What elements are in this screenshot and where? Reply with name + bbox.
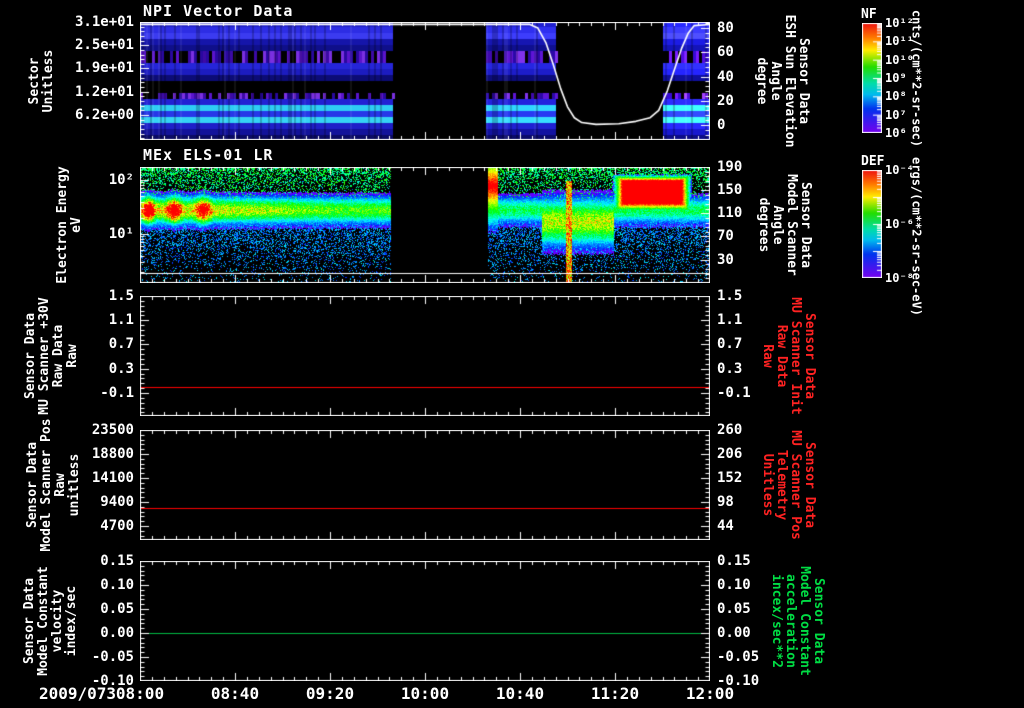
x-tick-label: 12:00 — [685, 684, 735, 703]
x-tick-label: 10:00 — [400, 684, 450, 703]
colorbar-tick-label: 10⁶ — [885, 126, 907, 140]
npi-spectrogram-canvas — [140, 22, 710, 140]
colorbar-units-DEF: ergs/(cm**2-sr-sec-eV) — [909, 156, 924, 316]
y-tick-label-left: 2.5e+01 — [74, 37, 134, 54]
colorbar-name-DEF: DEF — [861, 154, 885, 169]
colorbar-tick-label: 10⁸ — [885, 89, 907, 104]
axis-label-left-npi: Sector Unitless — [27, 49, 56, 113]
plot-page: NPI Vector Data MEx ELS-01 LR 2009/073 3… — [0, 0, 1024, 708]
colorbar-tick-label: 10⁷ — [885, 107, 907, 122]
panel-title-els: MEx ELS-01 LR — [143, 146, 274, 164]
axis-label-right-model-constant: Sensor Data Model Constant acceleration … — [769, 566, 826, 676]
def-colorbar-canvas — [862, 170, 882, 278]
model-scanner-pos-plot-canvas — [140, 430, 710, 540]
axis-label-left-model-constant: Sensor Data Model Constant velocity inde… — [22, 566, 79, 676]
x-tick-label: 10:40 — [495, 684, 545, 703]
x-tick-label: 08:00 — [115, 684, 165, 703]
colorbar-tick-label: 10⁹ — [885, 71, 907, 85]
colorbar-name-NF: NF — [861, 7, 877, 22]
panel-title-npi: NPI Vector Data — [143, 2, 294, 20]
x-tick-label: 09:20 — [305, 684, 355, 703]
x-tick-label: 08:40 — [210, 684, 260, 703]
y-tick-label-left: 3.1e+01 — [74, 14, 134, 30]
x-tick-label: 11:20 — [590, 684, 640, 703]
els-spectrogram-canvas — [140, 167, 710, 283]
nf-colorbar-canvas — [862, 23, 882, 133]
model-constant-plot-canvas — [140, 561, 710, 681]
mu-scanner-30v-plot-canvas — [140, 296, 710, 416]
